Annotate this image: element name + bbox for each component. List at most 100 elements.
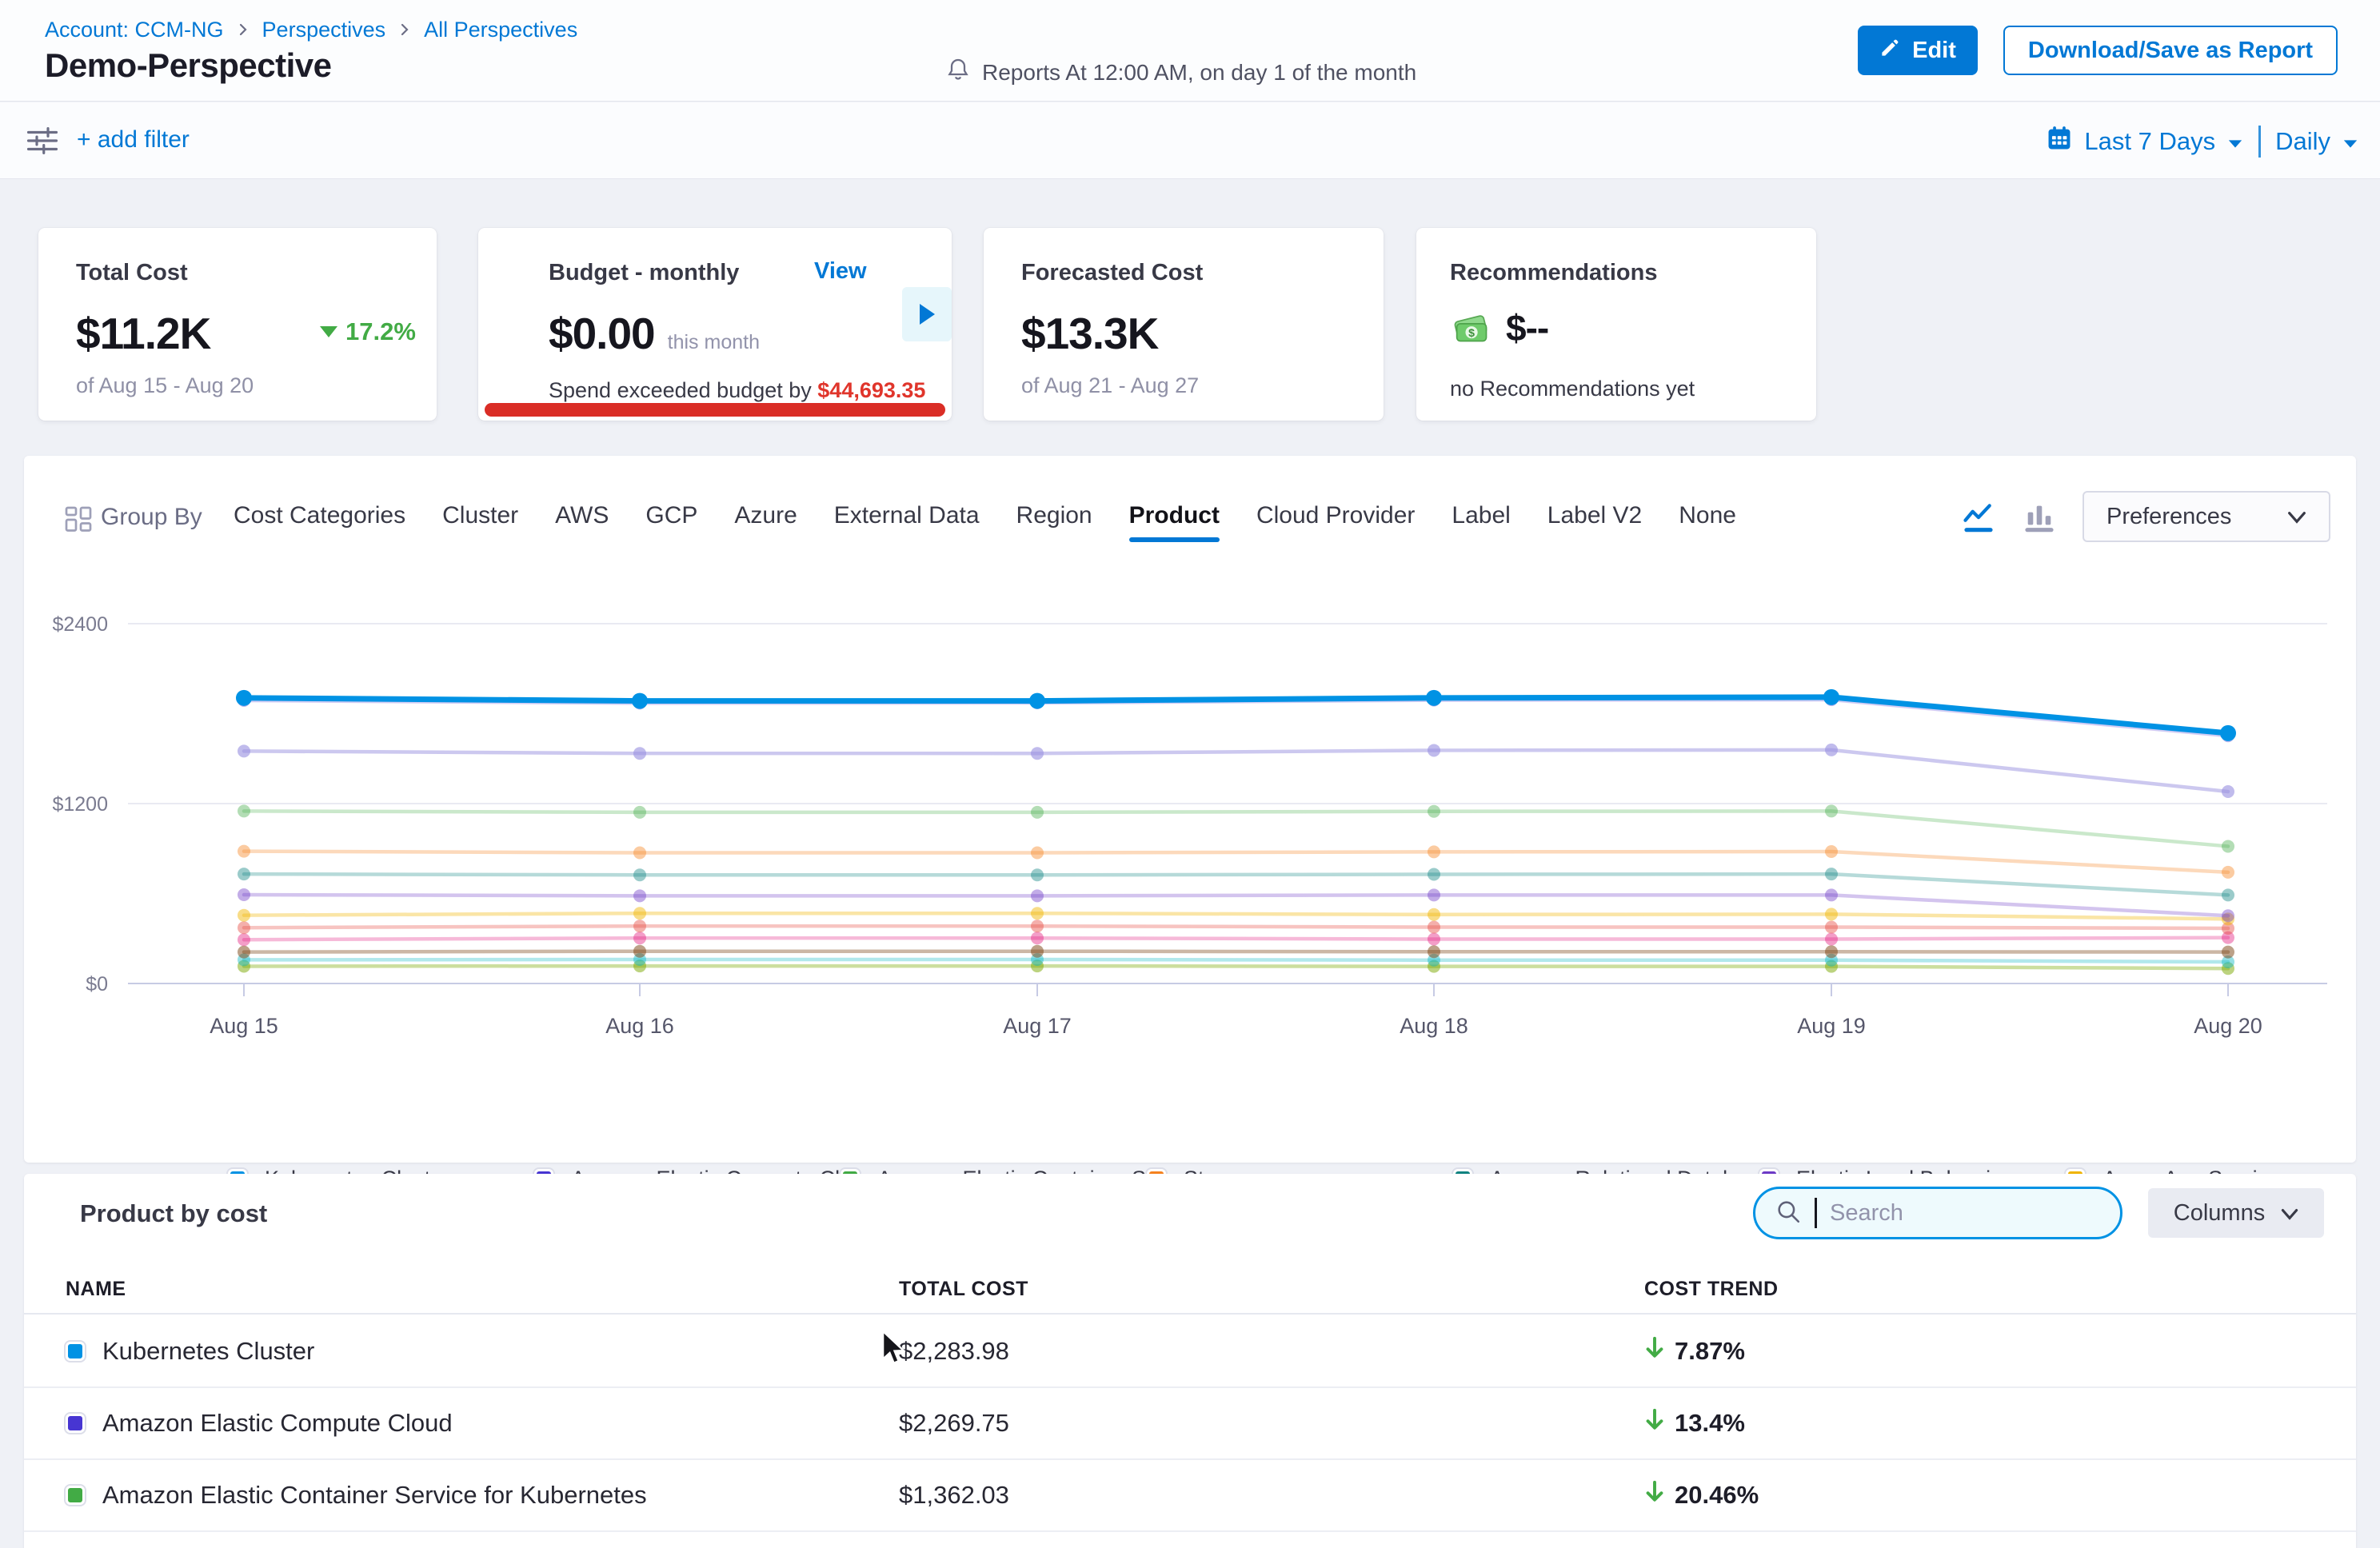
search-input[interactable]: Search <box>1753 1187 2122 1239</box>
trend-value: 20.46% <box>1675 1481 1759 1510</box>
tab-region[interactable]: Region <box>1016 502 1092 542</box>
product-name: Amazon Elastic Container Service for Kub… <box>102 1481 647 1510</box>
tab-label[interactable]: Label <box>1452 502 1510 542</box>
columns-label: Columns <box>2174 1200 2265 1227</box>
line-chart-icon[interactable] <box>1961 501 1996 540</box>
column-header-name[interactable]: NAME <box>66 1278 126 1301</box>
table-row[interactable]: Kubernetes Cluster $2,283.98 7.87% <box>24 1316 2356 1388</box>
money-icon: $ <box>1450 305 1491 350</box>
trend-value: 13.4% <box>1675 1409 1745 1438</box>
bell-icon <box>945 56 971 89</box>
table-header-row: NAME TOTAL COST COST TREND <box>24 1267 2356 1315</box>
scheduled-reports[interactable]: Reports At 12:00 AM, on day 1 of the mon… <box>945 56 1416 89</box>
series-color-swatch <box>66 1486 85 1505</box>
total-cost-value: $11.2K <box>76 308 210 359</box>
recommendations-value: $-- <box>1506 306 1548 349</box>
text-cursor <box>1815 1198 1817 1228</box>
time-range-controls: Last 7 Days Daily <box>2046 125 2359 158</box>
tab-gcp[interactable]: GCP <box>645 502 697 542</box>
edit-button[interactable]: Edit <box>1858 26 1978 75</box>
breadcrumb-account-link[interactable]: Account: CCM-NG <box>45 18 224 42</box>
granularity-label: Daily <box>2275 127 2330 156</box>
page-header: Account: CCM-NG Perspectives All Perspec… <box>0 0 2380 102</box>
add-filter-button[interactable]: + add filter <box>77 126 190 154</box>
reports-schedule-text: Reports At 12:00 AM, on day 1 of the mon… <box>982 60 1416 86</box>
group-by-icon <box>64 505 93 538</box>
budget-exceeded-text: Spend exceeded budget by $44,693.35 <box>549 378 925 403</box>
preferences-label: Preferences <box>2106 504 2231 530</box>
play-arrow-icon <box>920 304 935 325</box>
search-placeholder: Search <box>1830 1200 1903 1227</box>
column-header-total-cost[interactable]: TOTAL COST <box>899 1278 1028 1301</box>
calendar-icon <box>2046 125 2073 158</box>
product-name-cell: Kubernetes Cluster <box>66 1316 314 1386</box>
tab-cluster[interactable]: Cluster <box>442 502 518 542</box>
total-cost-cell: $1,362.03 <box>899 1460 1009 1530</box>
exceeded-amount: $44,693.35 <box>817 378 925 402</box>
column-header-cost-trend[interactable]: COST TREND <box>1644 1278 1779 1301</box>
cost-trend-chart[interactable]: $0$1200$2400Aug 15Aug 16Aug 17Aug 18Aug … <box>24 574 2356 1062</box>
svg-text:$: $ <box>1468 326 1475 339</box>
budget-view-link[interactable]: View <box>814 258 867 285</box>
series-color-swatch <box>66 1414 85 1433</box>
search-icon <box>1775 1198 1802 1229</box>
svg-text:$2400: $2400 <box>52 613 108 636</box>
forecasted-cost-card: Forecasted Cost $13.3K of Aug 21 - Aug 2… <box>984 228 1384 421</box>
svg-text:Aug 20: Aug 20 <box>2194 1014 2262 1038</box>
chart-card: Group By Cost Categories Cluster AWS GCP… <box>24 456 2356 1163</box>
svg-text:Aug 16: Aug 16 <box>605 1014 674 1038</box>
group-by-label: Group By <box>101 504 202 531</box>
download-save-report-button[interactable]: Download/Save as Report <box>2003 26 2338 75</box>
svg-text:Aug 19: Aug 19 <box>1797 1014 1866 1038</box>
chevron-down-icon <box>2226 127 2244 156</box>
tab-label-v2[interactable]: Label V2 <box>1547 502 1642 542</box>
table-row[interactable]: Amazon Elastic Container Service for Kub… <box>24 1460 2356 1532</box>
product-name: Kubernetes Cluster <box>102 1337 314 1366</box>
budget-card: Budget - monthly View $0.00 this month S… <box>478 228 952 421</box>
total-cost-period: of Aug 15 - Aug 20 <box>76 373 254 398</box>
svg-text:Aug 18: Aug 18 <box>1400 1014 1468 1038</box>
chevron-right-icon <box>398 18 411 42</box>
svg-text:Aug 15: Aug 15 <box>210 1014 278 1038</box>
preferences-dropdown[interactable]: Preferences <box>2082 491 2330 542</box>
cost-trend-cell: 20.46% <box>1644 1460 1759 1530</box>
tab-product[interactable]: Product <box>1129 502 1220 542</box>
svg-text:$1200: $1200 <box>52 793 108 816</box>
product-name-cell: Amazon Elastic Compute Cloud <box>66 1388 453 1458</box>
recommendations-card: Recommendations $ $-- no Recommendations… <box>1416 228 1816 421</box>
columns-dropdown[interactable]: Columns <box>2148 1188 2324 1238</box>
series-color-swatch <box>66 1342 85 1361</box>
pencil-icon <box>1879 37 1901 65</box>
budget-value-suffix: this month <box>668 331 760 354</box>
arrow-down-icon <box>1644 1479 1665 1511</box>
breadcrumb-perspectives-link[interactable]: Perspectives <box>262 18 386 42</box>
svg-text:$0: $0 <box>86 973 108 995</box>
product-name: Amazon Elastic Compute Cloud <box>102 1409 453 1438</box>
cost-trend-cell: 7.87% <box>1644 1316 1745 1386</box>
breadcrumb-all-perspectives-link[interactable]: All Perspectives <box>424 18 577 42</box>
table-row[interactable]: Amazon Elastic Compute Cloud $2,269.75 1… <box>24 1388 2356 1460</box>
tab-cloud-provider[interactable]: Cloud Provider <box>1256 502 1415 542</box>
tab-external-data[interactable]: External Data <box>834 502 980 542</box>
total-cost-cell: $2,283.98 <box>899 1316 1009 1386</box>
perspective-page: Account: CCM-NG Perspectives All Perspec… <box>0 0 2380 1548</box>
trend-down-icon <box>320 326 337 337</box>
tab-aws[interactable]: AWS <box>555 502 609 542</box>
exceeded-label: Spend exceeded budget by <box>549 378 817 402</box>
bar-chart-icon[interactable] <box>2022 501 2057 540</box>
date-range-label: Last 7 Days <box>2084 127 2215 156</box>
tab-none[interactable]: None <box>1679 502 1736 542</box>
tab-cost-categories[interactable]: Cost Categories <box>234 502 405 542</box>
tab-azure[interactable]: Azure <box>734 502 797 542</box>
filter-bar: + add filter Last 7 Days Daily <box>0 102 2380 179</box>
expand-card-button[interactable] <box>902 287 952 341</box>
group-by-tabs: Cost Categories Cluster AWS GCP Azure Ex… <box>234 502 1736 542</box>
chevron-down-icon <box>2342 127 2359 156</box>
filter-sliders-icon[interactable] <box>26 125 59 161</box>
card-label: Forecasted Cost <box>1021 260 1203 286</box>
total-cost-trend: 17.2% <box>320 317 416 346</box>
granularity-picker[interactable]: Daily <box>2275 127 2359 156</box>
page-title: Demo-Perspective <box>45 46 332 85</box>
chart-type-switcher <box>1961 501 2057 540</box>
date-range-picker[interactable]: Last 7 Days <box>2046 125 2244 158</box>
